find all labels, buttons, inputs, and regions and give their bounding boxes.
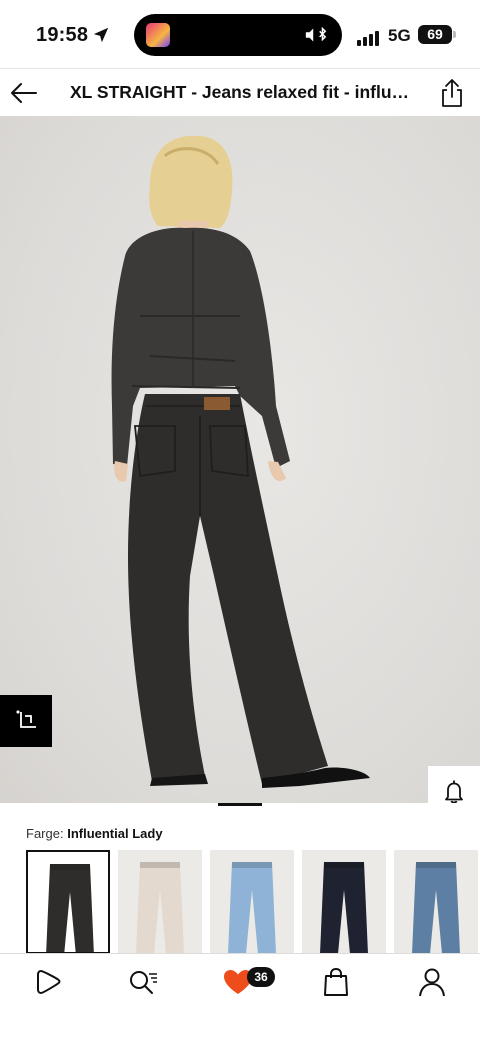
color-swatch-light-blue[interactable] <box>210 850 294 954</box>
status-time: 19:58 <box>36 24 89 46</box>
image-actions <box>428 766 480 804</box>
location-arrow-icon <box>93 27 109 43</box>
album-art-icon <box>146 23 170 47</box>
jeans-thumbnail-icon <box>320 862 368 954</box>
color-selector: Farge: Influential Lady <box>0 806 480 954</box>
bluetooth-icon <box>305 26 327 42</box>
visual-search-button[interactable] <box>0 695 52 747</box>
dynamic-island <box>134 14 342 56</box>
color-swatch-mid-blue[interactable] <box>394 850 478 954</box>
home-icon[interactable] <box>31 966 67 998</box>
jeans-thumbnail-icon <box>228 862 276 954</box>
profile-icon[interactable] <box>414 966 450 998</box>
notify-button[interactable] <box>428 766 480 804</box>
signal-icon <box>357 28 381 46</box>
status-bar: 19:58 5G 69 <box>0 0 480 68</box>
jeans-thumbnail-icon <box>136 862 184 954</box>
bag-icon[interactable] <box>318 966 354 998</box>
product-image[interactable] <box>0 116 480 804</box>
product-header: XL STRAIGHT - Jeans relaxed fit - influe… <box>0 68 480 116</box>
selected-color-name: Influential Lady <box>67 826 163 841</box>
jeans-thumbnail-icon <box>412 862 460 954</box>
crop-icon <box>16 710 36 728</box>
model-photo <box>111 135 370 788</box>
battery-icon: 69 <box>418 25 452 44</box>
bottom-navigation: 36 <box>0 953 480 1043</box>
color-swatch-influential-lady[interactable] <box>26 850 110 954</box>
share-icon[interactable] <box>436 77 468 109</box>
brand-patch <box>204 397 230 410</box>
search-icon[interactable] <box>125 966 161 998</box>
network-type: 5G <box>388 26 411 45</box>
color-swatches <box>26 850 480 954</box>
bell-icon <box>445 780 463 804</box>
color-swatch-dark-rinse[interactable] <box>302 850 386 954</box>
favorites-count-badge: 36 <box>247 967 275 987</box>
jeans-thumbnail-icon <box>46 864 94 952</box>
color-swatch-ecru[interactable] <box>118 850 202 954</box>
page-title: XL STRAIGHT - Jeans relaxed fit - influe… <box>70 82 410 102</box>
color-label: Farge: Influential Lady <box>26 826 163 841</box>
back-arrow-icon[interactable] <box>8 77 40 109</box>
